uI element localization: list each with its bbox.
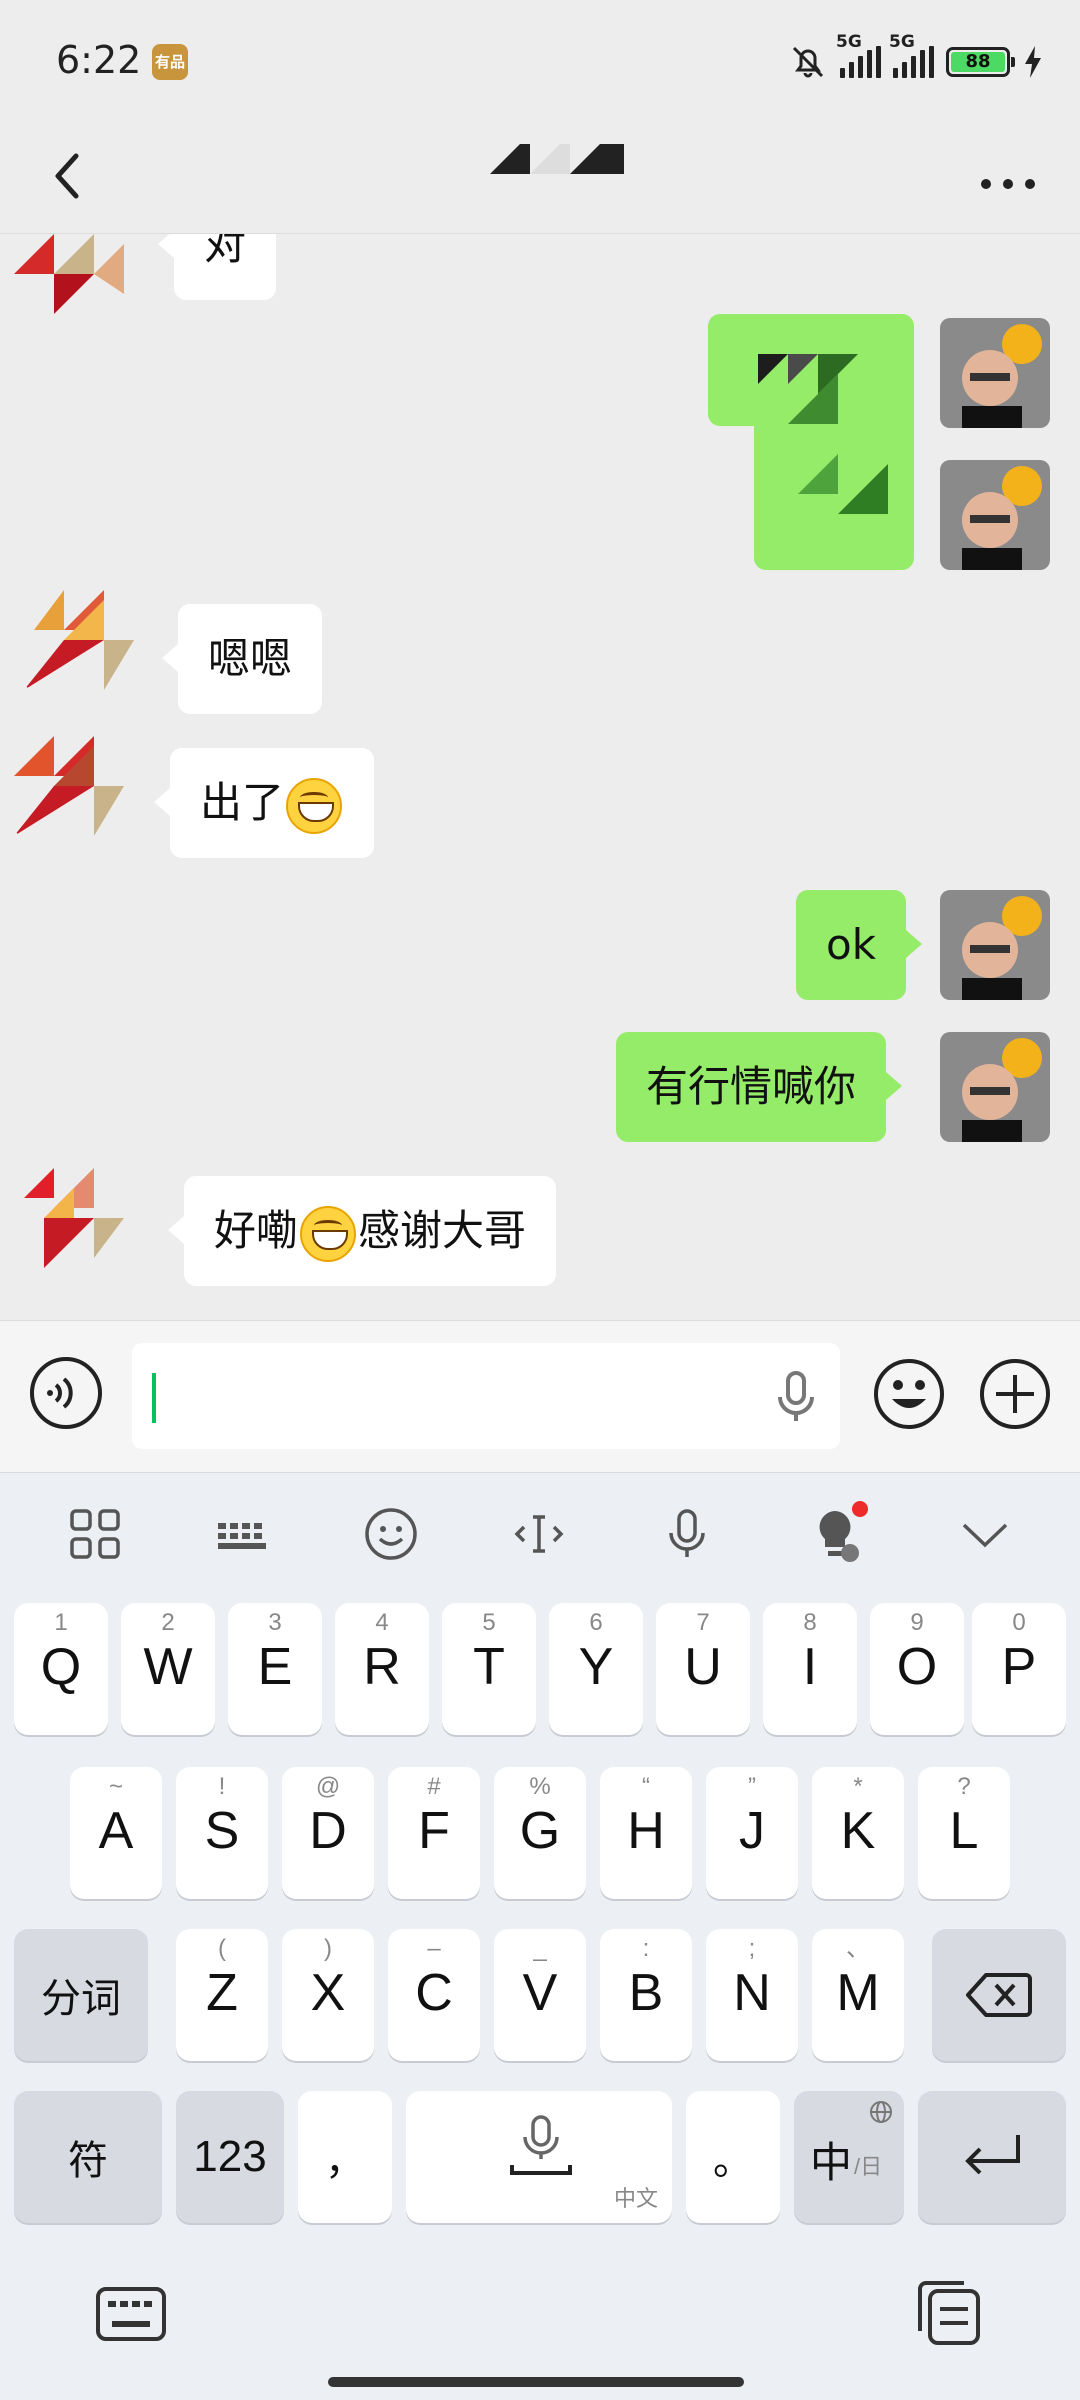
space-mic-icon (510, 2115, 572, 2175)
message-text: 好嘞 (214, 1206, 299, 1255)
key-e[interactable]: 3E (228, 1603, 322, 1735)
message-input[interactable] (132, 1343, 840, 1449)
key-z[interactable]: (Z (176, 1929, 268, 2061)
space-key[interactable]: 中文 (406, 2091, 672, 2223)
key-w[interactable]: 2W (121, 1603, 215, 1735)
message-text: 出了 (200, 778, 285, 827)
status-time: 6:22 (56, 38, 142, 82)
key-k[interactable]: * K (812, 1767, 904, 1899)
chevron-down-icon[interactable] (950, 1499, 1020, 1569)
key-v[interactable]: _ V (494, 1929, 586, 2061)
key-i[interactable]: 8I (763, 1603, 857, 1735)
key-x[interactable]: ) X (282, 1929, 374, 2061)
key-s[interactable]: ! S (176, 1767, 268, 1899)
key-r[interactable]: 4R (335, 1603, 429, 1735)
contact-avatar[interactable] (14, 726, 124, 836)
my-avatar[interactable] (940, 1032, 1050, 1142)
more-dots-icon[interactable] (972, 144, 1044, 208)
number-key[interactable]: 123 (176, 2091, 284, 2223)
contact-avatar[interactable] (14, 234, 124, 324)
microphone-icon[interactable] (772, 1369, 820, 1425)
symbol-key[interactable]: 符 (14, 2091, 162, 2223)
incoming-message[interactable]: 出了 (153, 748, 375, 858)
text-caret (152, 1373, 156, 1423)
back-chevron-icon[interactable] (36, 144, 100, 208)
key-t[interactable]: 5T (442, 1603, 536, 1735)
voice-icon[interactable] (28, 1355, 104, 1431)
battery-icon: 88 (946, 47, 1015, 77)
key-d[interactable]: @ D (282, 1767, 374, 1899)
key-l[interactable]: ? L (918, 1767, 1010, 1899)
outgoing-message[interactable]: 有行情喊你 (616, 1032, 903, 1142)
language-switch-key[interactable]: 中 /日 (794, 2091, 904, 2223)
lang-sub-label: /日 (854, 2154, 883, 2179)
key-j[interactable]: ” J (706, 1767, 798, 1899)
lightbulb-ad-icon[interactable] (800, 1499, 870, 1569)
key-m[interactable]: 、 M (812, 1929, 904, 2061)
incoming-message[interactable]: 对 (157, 234, 277, 300)
fenci-key[interactable]: 分词 (14, 1929, 148, 2061)
chat-header (0, 120, 1080, 234)
contact-avatar[interactable] (14, 1158, 124, 1268)
backspace-icon (966, 1973, 1032, 2017)
outgoing-message[interactable]: ok (796, 890, 923, 1000)
keyboard-toolbar (0, 1473, 1080, 1593)
contact-name-obscured (490, 144, 624, 174)
key-u[interactable]: 7U (656, 1603, 750, 1735)
key-f[interactable]: # F (388, 1767, 480, 1899)
key-q[interactable]: 1Q (14, 1603, 108, 1735)
lang-main-label: 中 (810, 2139, 853, 2186)
period-key[interactable]: 。 (686, 2091, 780, 2223)
message-text: 感谢大哥 (358, 1206, 527, 1255)
clipboard-icon[interactable] (912, 2277, 986, 2351)
key-c[interactable]: – C (388, 1929, 480, 2061)
signal-icon-2: 5G (889, 32, 934, 78)
my-avatar[interactable] (940, 460, 1050, 570)
my-avatar[interactable] (940, 318, 1050, 428)
contact-avatar[interactable] (24, 580, 134, 690)
plus-icon[interactable] (978, 1357, 1052, 1431)
keyboard-layout-icon[interactable] (208, 1499, 278, 1569)
incoming-message[interactable]: 嗯嗯 (161, 604, 323, 714)
enter-icon (965, 2135, 1020, 2175)
mute-bell-icon (792, 46, 824, 78)
grin-emoji-icon (300, 1205, 357, 1262)
charging-bolt-icon (1025, 46, 1041, 78)
outgoing-image-message[interactable] (708, 314, 914, 570)
key-a[interactable]: ~ A (70, 1767, 162, 1899)
globe-icon (870, 2101, 892, 2123)
key-b[interactable]: :B (600, 1929, 692, 2061)
key-n[interactable]: ; N (706, 1929, 798, 2061)
status-icons: 5G 5G 88 (788, 32, 1044, 84)
cursor-move-icon[interactable] (504, 1499, 574, 1569)
signal-icon-1: 5G (836, 32, 881, 78)
enter-key[interactable] (918, 2091, 1066, 2223)
key-o[interactable]: 9O (870, 1603, 964, 1735)
status-bar: 6:22 有品 5G 5G 88 (0, 0, 1080, 120)
apps-grid-icon[interactable] (60, 1499, 130, 1569)
app-badge: 有品 (152, 44, 188, 80)
my-avatar[interactable] (940, 890, 1050, 1000)
comma-key[interactable]: ， (298, 2091, 392, 2223)
incoming-message[interactable]: 好嘞 感谢大哥 (167, 1176, 557, 1286)
grin-emoji-icon (286, 777, 343, 834)
chat-messages[interactable]: 对 嗯嗯 出了 ok 有行情喊你 好嘞 感谢大哥 (0, 234, 1080, 1320)
key-h[interactable]: “H (600, 1767, 692, 1899)
key-y[interactable]: 6Y (549, 1603, 643, 1735)
input-bar (0, 1320, 1080, 1472)
key-g[interactable]: % G (494, 1767, 586, 1899)
emoji-icon[interactable] (872, 1357, 946, 1431)
key-p[interactable]: 0P (972, 1603, 1066, 1735)
keyboard-switch-icon[interactable] (94, 2283, 168, 2347)
voice-input-icon[interactable] (652, 1499, 722, 1569)
space-sub-label: 中文 (613, 2187, 658, 2212)
emoji-face-icon[interactable] (356, 1499, 426, 1569)
home-indicator[interactable] (328, 2377, 744, 2387)
backspace-key[interactable] (932, 1929, 1066, 2061)
battery-level: 88 (951, 52, 1005, 72)
soft-keyboard: 1Q 2W 3E 4R 5T 6Y 7U 8I 9O 0P ~ A ! S @ D #… (0, 1472, 1080, 2400)
